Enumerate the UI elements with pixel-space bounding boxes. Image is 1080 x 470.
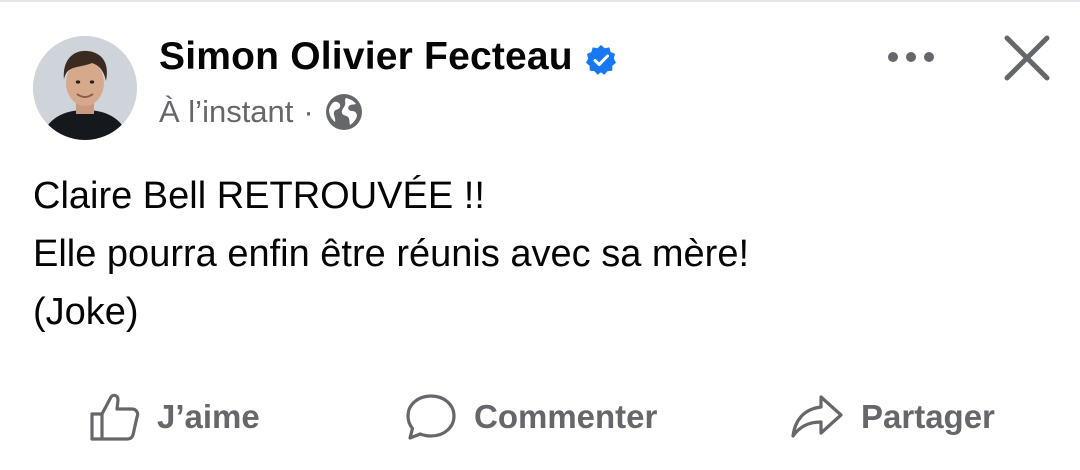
post-card: Simon Olivier Fecteau À l’instant · Clai…: [0, 0, 1080, 470]
close-button[interactable]: [1001, 32, 1053, 84]
like-button[interactable]: J’aime: [89, 382, 260, 452]
post-timestamp[interactable]: À l’instant: [159, 94, 293, 130]
author-name-text: Simon Olivier Fecteau: [159, 35, 573, 78]
comment-button[interactable]: Commenter: [404, 382, 657, 452]
like-label: J’aime: [157, 398, 260, 435]
more-options-icon: [888, 52, 934, 62]
share-button[interactable]: Partager: [789, 382, 995, 452]
meta-separator: ·: [303, 94, 314, 129]
verified-badge-icon: [585, 42, 617, 75]
post-text-line-1: Claire Bell RETROUVÉE !!: [33, 175, 485, 217]
thumbs-up-icon: [90, 393, 140, 441]
share-arrow-icon: [791, 395, 843, 438]
comment-bubble-icon: [406, 394, 456, 440]
close-icon: [1004, 35, 1050, 81]
post-text: Claire Bell RETROUVÉE !! Elle pourra enf…: [33, 167, 1033, 341]
comment-label: Commenter: [474, 398, 658, 435]
globe-icon[interactable]: [324, 92, 364, 132]
profile-photo: [33, 36, 137, 140]
avatar[interactable]: [33, 36, 137, 140]
action-bar: J’aime Commenter Partager: [0, 382, 1080, 452]
post-meta: À l’instant ·: [159, 92, 364, 132]
post-text-line-2: Elle pourra enfin être réunis avec sa mè…: [33, 233, 750, 275]
post-text-line-3: (Joke): [33, 291, 139, 333]
more-options-button[interactable]: [882, 40, 942, 76]
share-label: Partager: [861, 398, 995, 435]
author-name[interactable]: Simon Olivier Fecteau: [159, 35, 617, 79]
